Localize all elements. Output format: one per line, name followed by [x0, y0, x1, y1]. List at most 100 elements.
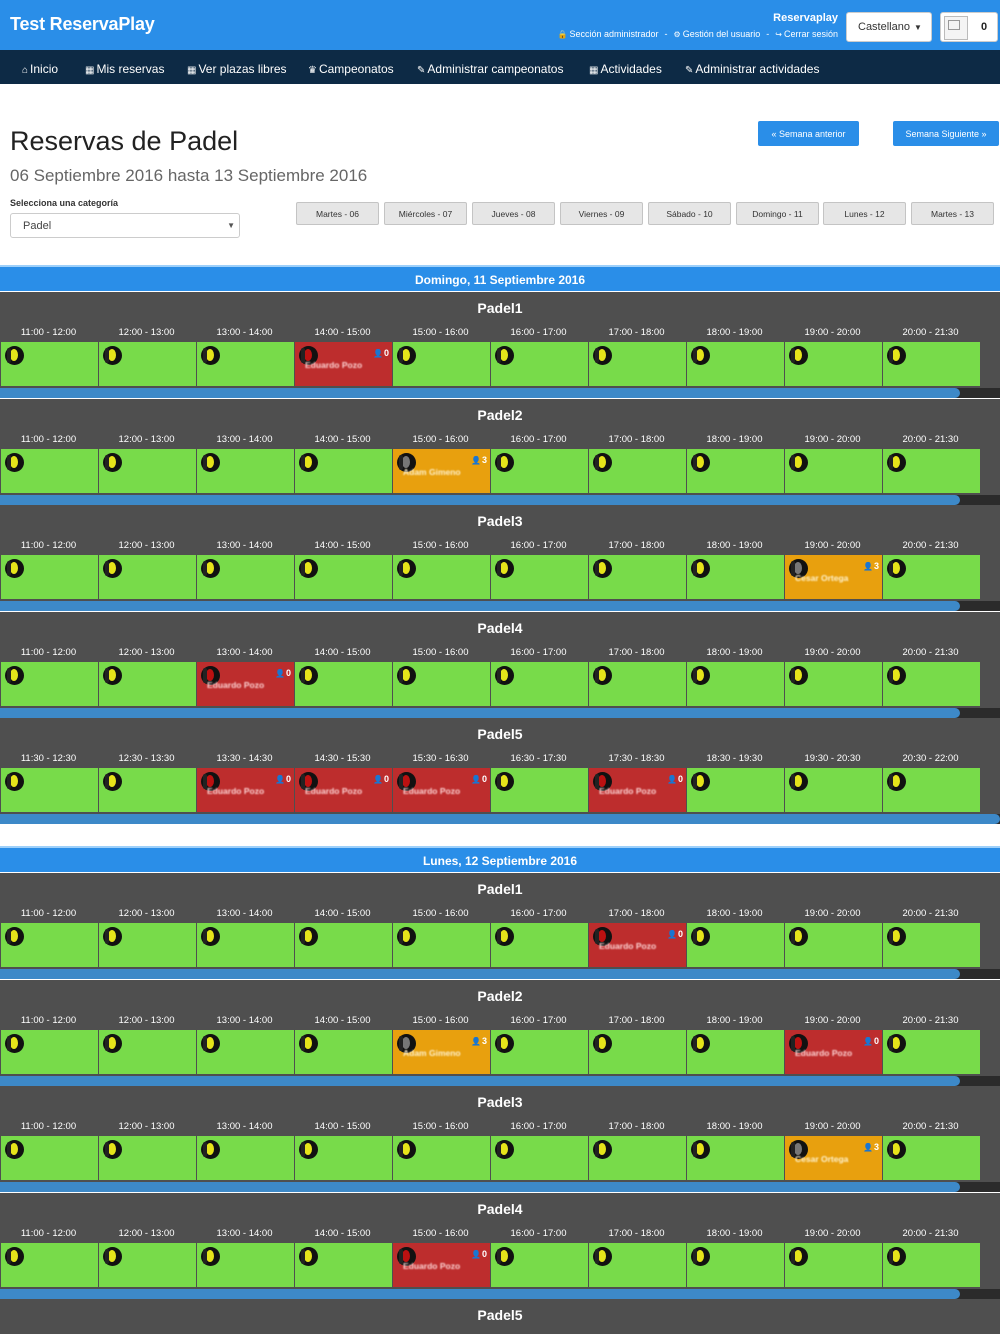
slot-free[interactable]	[687, 342, 784, 386]
day-button-viernes-09[interactable]: Viernes - 09	[560, 202, 643, 225]
slot-free[interactable]	[197, 342, 294, 386]
slot-free[interactable]	[99, 342, 196, 386]
slot-free[interactable]	[295, 1029, 392, 1074]
slot-free[interactable]	[883, 342, 980, 386]
slot-free[interactable]	[1, 1029, 98, 1074]
day-button-miercoles-07[interactable]: Miércoles - 07	[384, 202, 467, 225]
nav-actividades[interactable]: ▦ Actividades	[589, 62, 662, 76]
nav-administrar-campeonatos[interactable]: ✎ Administrar campeonatos	[417, 62, 563, 76]
slot-free[interactable]	[99, 661, 196, 706]
nav-ver-plazas-libres[interactable]: ▦ Ver plazas libres	[187, 62, 287, 76]
day-button-martes-13[interactable]: Martes - 13	[911, 202, 994, 225]
slot-free[interactable]	[197, 555, 294, 599]
slot-free[interactable]	[491, 1242, 588, 1287]
slot-free[interactable]	[883, 661, 980, 706]
slot-free[interactable]	[687, 1136, 784, 1180]
slot-booked[interactable]: Eduardo Pozo 👤0	[197, 768, 294, 812]
slot-free[interactable]	[589, 448, 686, 493]
brand-logo[interactable]: Test ReservaPlay	[10, 14, 155, 35]
slot-free[interactable]	[687, 923, 784, 967]
slot-free[interactable]	[491, 1136, 588, 1180]
slot-free[interactable]	[99, 768, 196, 812]
slot-free[interactable]	[99, 1029, 196, 1074]
slot-free[interactable]	[295, 1242, 392, 1287]
slot-free[interactable]	[589, 555, 686, 599]
slot-free[interactable]	[491, 342, 588, 386]
slot-free[interactable]	[883, 448, 980, 493]
slot-free[interactable]	[1, 768, 98, 812]
logout-link[interactable]: ↪ Cerrar sesión	[775, 29, 838, 39]
slot-free[interactable]	[687, 448, 784, 493]
slot-free[interactable]	[491, 555, 588, 599]
slot-free[interactable]	[785, 661, 882, 706]
prev-week-button[interactable]: « Semana anterior	[758, 121, 859, 146]
nav-administrar-actividades[interactable]: ✎ Administrar actividades	[685, 62, 819, 76]
slot-free[interactable]	[99, 555, 196, 599]
slot-free[interactable]	[491, 661, 588, 706]
slot-free[interactable]	[1, 555, 98, 599]
slot-pending[interactable]: Adam Gimeno 👤3	[393, 1029, 490, 1074]
slot-booked[interactable]: Eduardo Pozo 👤0	[197, 661, 294, 706]
day-button-domingo-11[interactable]: Domingo - 11	[736, 202, 819, 225]
slot-free[interactable]	[295, 661, 392, 706]
slot-free[interactable]	[883, 923, 980, 967]
slot-free[interactable]	[393, 342, 490, 386]
slot-booked[interactable]: Eduardo Pozo 👤0	[393, 1242, 490, 1287]
slot-free[interactable]	[491, 923, 588, 967]
slot-free[interactable]	[785, 342, 882, 386]
slot-free[interactable]	[197, 1029, 294, 1074]
slot-free[interactable]	[687, 1029, 784, 1074]
language-dropdown[interactable]: Castellano ▼	[846, 12, 932, 42]
slot-free[interactable]	[295, 448, 392, 493]
slot-free[interactable]	[883, 1029, 980, 1074]
next-week-button[interactable]: Semana Siguiente »	[893, 121, 999, 146]
slot-free[interactable]	[883, 555, 980, 599]
slot-free[interactable]	[687, 1242, 784, 1287]
slot-free[interactable]	[687, 555, 784, 599]
slot-free[interactable]	[1, 661, 98, 706]
slot-free[interactable]	[785, 923, 882, 967]
slot-free[interactable]	[99, 448, 196, 493]
slot-free[interactable]	[1, 923, 98, 967]
slot-free[interactable]	[197, 1136, 294, 1180]
slot-free[interactable]	[1, 448, 98, 493]
slot-free[interactable]	[197, 1242, 294, 1287]
slot-booked[interactable]: Eduardo Pozo 👤0	[589, 923, 686, 967]
slot-booked[interactable]: Eduardo Pozo 👤0	[785, 1029, 882, 1074]
day-button-martes-06[interactable]: Martes - 06	[296, 202, 379, 225]
slot-free[interactable]	[393, 555, 490, 599]
slot-free[interactable]	[491, 448, 588, 493]
slot-free[interactable]	[589, 342, 686, 386]
slot-booked[interactable]: Eduardo Pozo 👤0	[393, 768, 490, 812]
slot-free[interactable]	[785, 448, 882, 493]
slot-free[interactable]	[99, 1136, 196, 1180]
day-button-sabado-10[interactable]: Sábado - 10	[648, 202, 731, 225]
category-select[interactable]: Padel ▼	[10, 213, 240, 238]
slot-free[interactable]	[589, 661, 686, 706]
slot-free[interactable]	[785, 1242, 882, 1287]
day-button-jueves-08[interactable]: Jueves - 08	[472, 202, 555, 225]
slot-booked[interactable]: Eduardo Pozo 👤0	[589, 768, 686, 812]
slot-free[interactable]	[589, 1242, 686, 1287]
slot-free[interactable]	[1, 1136, 98, 1180]
slot-free[interactable]	[687, 661, 784, 706]
slot-free[interactable]	[295, 923, 392, 967]
slot-free[interactable]	[785, 768, 882, 812]
slot-booked[interactable]: Eduardo Pozo 👤0	[295, 768, 392, 812]
slot-free[interactable]	[197, 923, 294, 967]
slot-free[interactable]	[491, 1029, 588, 1074]
slot-free[interactable]	[197, 448, 294, 493]
slot-free[interactable]	[589, 1029, 686, 1074]
admin-section-link[interactable]: 🔒 Sección administrador	[558, 29, 659, 39]
slot-free[interactable]	[1, 1242, 98, 1287]
slot-free[interactable]	[491, 768, 588, 812]
slot-free[interactable]	[589, 1136, 686, 1180]
slot-free[interactable]	[393, 923, 490, 967]
slot-free[interactable]	[99, 923, 196, 967]
user-management-link[interactable]: ⚙ Gestión del usuario	[674, 29, 761, 39]
slot-pending[interactable]: Cesar Ortega 👤3	[785, 1136, 882, 1180]
slot-pending[interactable]: Adam Gimeno 👤3	[393, 448, 490, 493]
slot-pending[interactable]: Cesar Ortega 👤3	[785, 555, 882, 599]
slot-free[interactable]	[393, 1136, 490, 1180]
slot-booked[interactable]: Eduardo Pozo 👤0	[295, 342, 392, 386]
